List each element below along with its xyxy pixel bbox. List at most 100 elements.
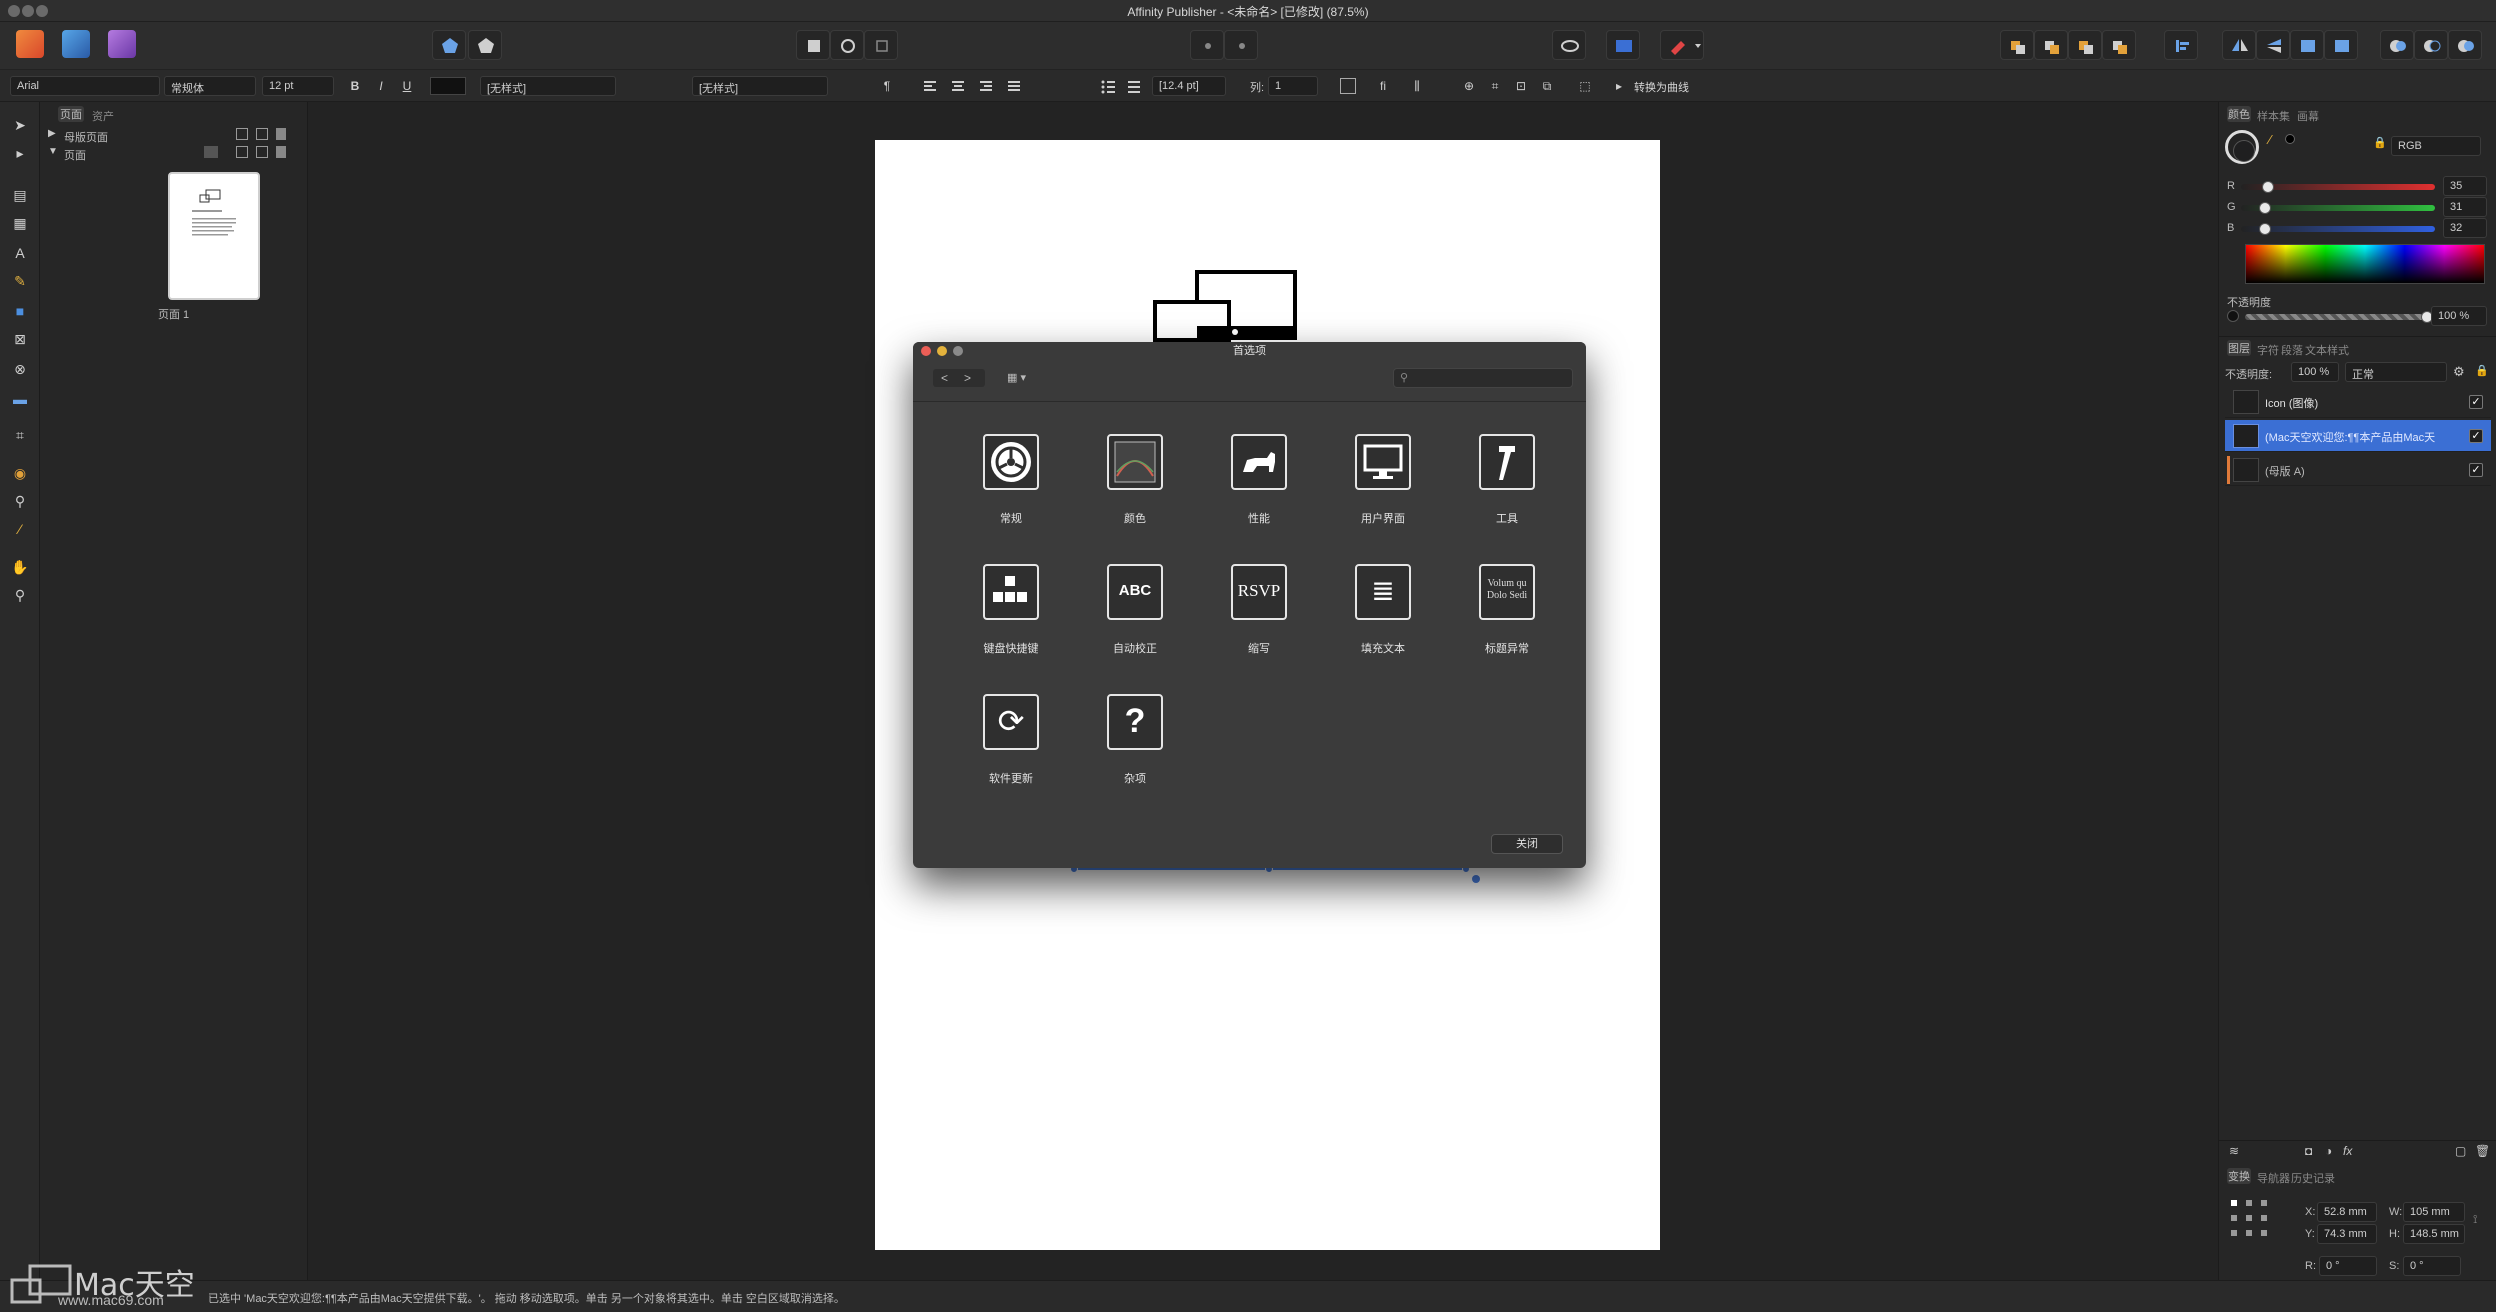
blend-mode-select[interactable]: 正常: [2345, 362, 2447, 382]
color-model-select[interactable]: RGB: [2391, 136, 2481, 156]
w-field[interactable]: 105 mm: [2403, 1202, 2465, 1222]
preview-mode-button[interactable]: [1552, 30, 1586, 60]
leading-field[interactable]: [12.4 pt]: [1152, 76, 1226, 96]
bold-button[interactable]: B: [346, 76, 364, 96]
designer-persona-icon[interactable]: [62, 30, 90, 58]
search-input[interactable]: ⚲: [1393, 368, 1573, 388]
duplicate-master-icon[interactable]: [256, 128, 268, 140]
back-forward-buttons[interactable]: < >: [933, 369, 985, 387]
baseline-icon[interactable]: ⫼: [1408, 76, 1426, 96]
text-color-swatch[interactable]: [430, 77, 466, 95]
spread-view-button[interactable]: [1606, 30, 1640, 60]
character-style-select[interactable]: [无样式]: [480, 76, 616, 96]
ellipse-frame-tool-icon[interactable]: ⊗: [8, 358, 32, 380]
g-slider[interactable]: [2241, 202, 2435, 214]
tab-color[interactable]: 颜色: [2227, 106, 2251, 122]
tab-pages[interactable]: 页面: [58, 106, 84, 122]
pref-title-case[interactable]: Volum qu Dolo Sedi 标题异常: [1452, 564, 1562, 674]
show-all-grid-button[interactable]: ▦ ▾: [1007, 369, 1047, 387]
snap-icon[interactable]: ⊕: [1460, 76, 1478, 96]
color-spectrum[interactable]: [2245, 244, 2485, 284]
align-button[interactable]: [2164, 30, 2198, 60]
text-frame-icon[interactable]: [1340, 78, 1356, 94]
back-arrow-icon[interactable]: <: [941, 371, 948, 385]
layer-lock-icon[interactable]: 🔒: [2475, 364, 2489, 377]
arrange-forward-button[interactable]: [2068, 30, 2102, 60]
layer-visibility-checkbox[interactable]: ✓: [2469, 395, 2483, 409]
pages-disclosure-icon[interactable]: ▼: [48, 146, 58, 157]
place-image-tool-icon[interactable]: ▬: [8, 388, 32, 410]
fill-tool-icon[interactable]: ◉: [8, 462, 32, 484]
black-swatch[interactable]: [2285, 134, 2295, 144]
master-pages-disclosure-icon[interactable]: ▶: [48, 128, 56, 139]
document-icon-image[interactable]: [1153, 270, 1303, 342]
duplicate-page-icon[interactable]: [256, 146, 268, 158]
eyedropper-icon[interactable]: ⁄: [2269, 132, 2271, 147]
add-page-icon[interactable]: [236, 146, 248, 158]
page-options-icon[interactable]: [204, 146, 218, 158]
add-master-icon[interactable]: [236, 128, 248, 140]
adjustment-icon[interactable]: ◑: [2325, 1144, 2332, 1158]
b-slider-knob[interactable]: [2259, 223, 2272, 235]
mask-icon[interactable]: ◘: [2305, 1144, 2312, 1158]
view-mode-clip-button[interactable]: [864, 30, 898, 60]
layer-row-master[interactable]: (母版 A) ✓: [2225, 454, 2491, 486]
pilcrow-button[interactable]: ¶: [878, 76, 896, 96]
shear-field[interactable]: 0 °: [2403, 1256, 2461, 1276]
pref-tools[interactable]: 工具: [1452, 434, 1562, 544]
add-layer-icon[interactable]: ▢: [2455, 1144, 2466, 1158]
master-pages-label[interactable]: 母版页面: [64, 129, 108, 145]
pref-general[interactable]: 常规: [956, 434, 1066, 544]
table-tool-icon[interactable]: ▦: [8, 212, 32, 234]
convert-curves-icon[interactable]: ▸: [1610, 76, 1628, 96]
convert-to-curves-button[interactable]: 转换为曲线: [1634, 79, 1689, 95]
tab-swatches[interactable]: 样本集: [2257, 108, 2290, 124]
paragraph-style-select[interactable]: [无样式]: [692, 76, 828, 96]
selection-box-icon[interactable]: ⬚: [1576, 76, 1594, 96]
tab-character[interactable]: 字符: [2257, 342, 2279, 358]
tab-navigator[interactable]: 导航器: [2257, 1170, 2290, 1186]
lock-icon[interactable]: 🔒: [2373, 136, 2387, 149]
boolean-intersect-button[interactable]: [2448, 30, 2482, 60]
delete-master-icon[interactable]: [276, 128, 286, 140]
arrange-back-button[interactable]: [2000, 30, 2034, 60]
tab-assets[interactable]: 资产: [92, 108, 114, 124]
resize-icon[interactable]: ⧉: [1538, 76, 1556, 96]
rectangle-tool-icon[interactable]: ■: [8, 300, 32, 322]
pref-software-update[interactable]: ⟳ 软件更新: [956, 694, 1066, 804]
dialog-zoom-dot[interactable]: [953, 346, 963, 356]
underline-button[interactable]: U: [398, 76, 416, 96]
assistant-button[interactable]: [1660, 30, 1704, 60]
transparency-tool-icon[interactable]: ⚲: [8, 490, 32, 512]
opacity-value-field[interactable]: 100 %: [2431, 306, 2487, 326]
ligature-icon[interactable]: fi: [1374, 76, 1392, 96]
h-field[interactable]: 148.5 mm: [2403, 1224, 2465, 1244]
flip-vertical-button[interactable]: [2256, 30, 2290, 60]
rotate-right-button[interactable]: [2324, 30, 2358, 60]
pref-keyboard-shortcuts[interactable]: 键盘快捷键: [956, 564, 1066, 674]
snapping-button[interactable]: [1190, 30, 1224, 60]
pref-abbreviations[interactable]: RSVP 缩写: [1204, 564, 1314, 674]
link-proportions-icon[interactable]: ⟟: [2473, 1212, 2477, 1227]
preflight-button[interactable]: [468, 30, 502, 60]
list-buttons[interactable]: [1100, 80, 1144, 94]
font-family-select[interactable]: Arial: [10, 76, 160, 96]
font-size-field[interactable]: 12 pt: [262, 76, 334, 96]
tab-paragraph[interactable]: 段落: [2281, 342, 2303, 358]
pref-user-interface[interactable]: 用户界面: [1328, 434, 1438, 544]
pref-auto-correct[interactable]: ABC 自动校正: [1080, 564, 1190, 674]
layer-opacity-field[interactable]: 100 %: [2291, 362, 2339, 382]
delete-layer-icon[interactable]: 🗑: [2475, 1144, 2490, 1158]
rotation-field[interactable]: 0 °: [2319, 1256, 2377, 1276]
flip-horizontal-button[interactable]: [2222, 30, 2256, 60]
boolean-subtract-button[interactable]: [2414, 30, 2448, 60]
tab-layers[interactable]: 图层: [2227, 340, 2251, 356]
g-value-field[interactable]: 31: [2443, 197, 2487, 217]
italic-button[interactable]: I: [372, 76, 390, 96]
hand-tool-icon[interactable]: ✋: [8, 556, 32, 578]
alignment-buttons[interactable]: [922, 80, 1022, 94]
layer-row-text-frame[interactable]: (Mac天空欢迎您:¶¶本产品由Mac天 ✓: [2225, 420, 2491, 452]
r-value-field[interactable]: 35: [2443, 176, 2487, 196]
g-slider-knob[interactable]: [2258, 202, 2271, 214]
forward-arrow-icon[interactable]: >: [964, 371, 971, 385]
